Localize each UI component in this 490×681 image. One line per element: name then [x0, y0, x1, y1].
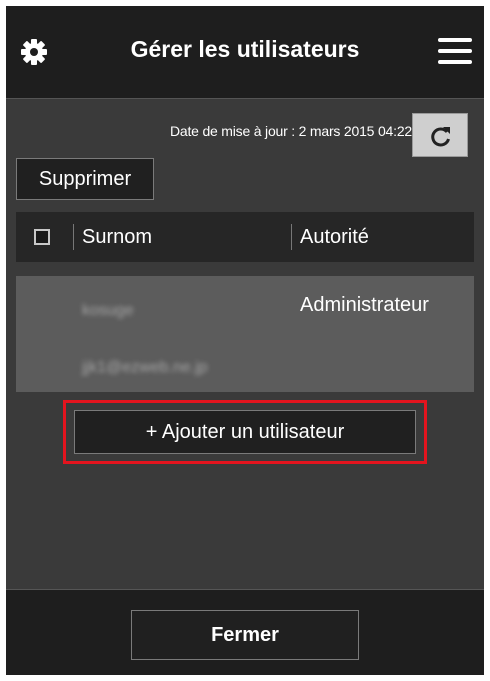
hamburger-menu-icon[interactable]	[438, 38, 472, 66]
add-user-button[interactable]: + Ajouter un utilisateur	[74, 410, 416, 454]
manage-users-screen: Gérer les utilisateurs Date de mise à jo…	[6, 6, 484, 675]
users-table-header: Surnom Autorité	[16, 212, 474, 262]
last-update-date: Date de mise à jour : 2 mars 2015 04:22	[169, 123, 412, 139]
user-email: jjk1@ezweb.ne.jp	[82, 359, 208, 376]
column-divider	[73, 224, 74, 250]
column-header-authority: Autorité	[300, 226, 369, 248]
user-nickname: kosuge	[82, 302, 134, 319]
select-all-checkbox[interactable]	[34, 229, 50, 245]
close-button[interactable]: Fermer	[131, 610, 359, 660]
refresh-button[interactable]	[412, 113, 468, 157]
footer-bar: Fermer	[6, 589, 484, 675]
gear-icon[interactable]	[20, 38, 48, 66]
column-header-nickname: Surnom	[82, 226, 153, 248]
refresh-icon	[431, 127, 450, 147]
page-title: Gérer les utilisateurs	[130, 36, 360, 62]
delete-button[interactable]: Supprimer	[16, 158, 154, 200]
app-header: Gérer les utilisateurs	[6, 6, 484, 99]
column-divider	[291, 224, 292, 250]
table-row[interactable]: kosuge Administrateur jjk1@ezweb.ne.jp	[16, 276, 474, 392]
user-authority: Administrateur	[300, 294, 429, 316]
